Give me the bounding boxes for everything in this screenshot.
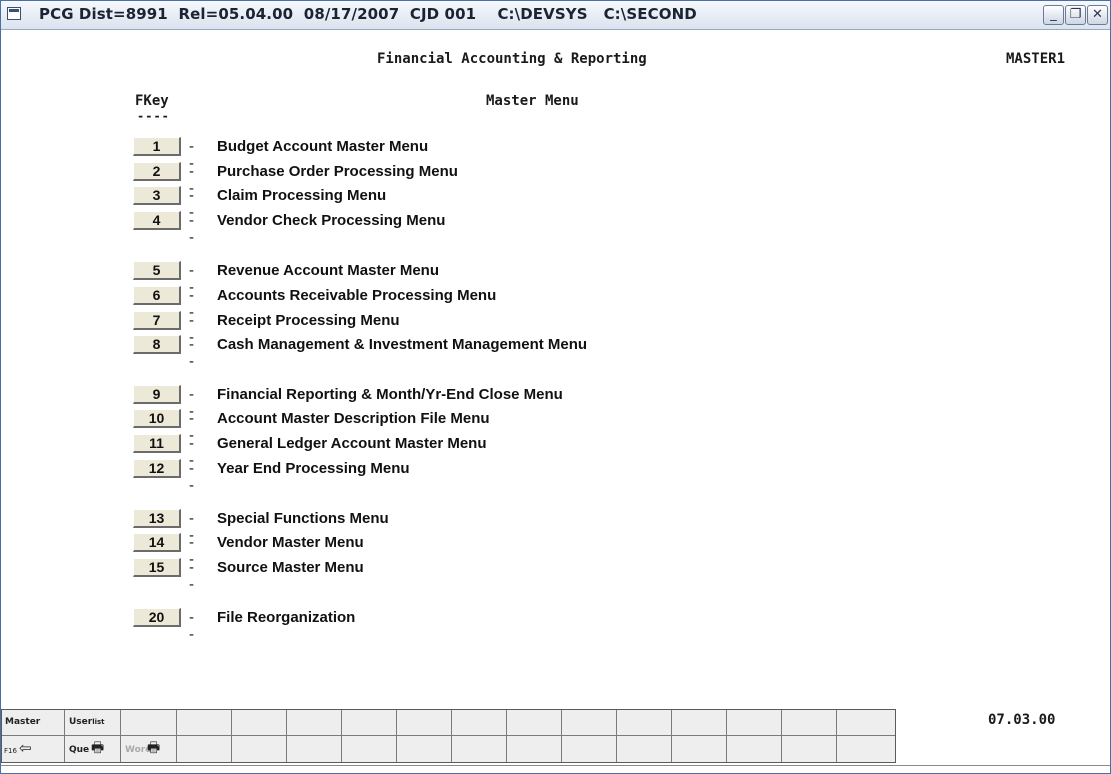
menu-item-label: Year End Processing Menu xyxy=(217,460,410,477)
menu-item-label: Budget Account Master Menu xyxy=(217,138,429,155)
back-arrow-icon: ⇦ xyxy=(19,739,32,757)
function-slot[interactable] xyxy=(232,709,287,736)
menu-item-label: File Reorganization xyxy=(217,609,356,626)
fkey-button[interactable]: 15 xyxy=(133,558,181,577)
menu-item-label: Accounts Receivable Processing Menu xyxy=(217,287,497,304)
menu-item-label: Account Master Description File Menu xyxy=(217,410,490,427)
menu-item-label: Claim Processing Menu xyxy=(217,187,387,204)
function-slot[interactable] xyxy=(232,736,287,763)
back-button[interactable]: F16 ⇦ xyxy=(1,736,65,763)
fkey-button[interactable]: 13 xyxy=(133,509,181,528)
function-slot[interactable] xyxy=(562,709,617,736)
menu-item-label: Vendor Master Menu xyxy=(217,534,364,551)
function-slot[interactable] xyxy=(507,736,562,763)
printer-icon: 🖶 xyxy=(91,740,105,756)
function-slot[interactable] xyxy=(342,709,397,736)
system-menu-icon[interactable] xyxy=(7,7,21,20)
version-number: 07.03.00 xyxy=(988,712,1056,728)
function-slot[interactable] xyxy=(397,736,452,763)
user-list-label: Userlist xyxy=(69,717,105,727)
function-key-grid: Master Userlist F16 ⇦ Que 🖶 Word 🖶 xyxy=(1,709,896,763)
user-list-label-a: User xyxy=(69,717,93,727)
menu-item-label: Revenue Account Master Menu xyxy=(217,262,439,279)
function-slot[interactable] xyxy=(837,709,896,736)
title-bar[interactable]: PCG Dist=8991 Rel=05.04.00 08/17/2007 CJ… xyxy=(1,1,1110,30)
function-slot[interactable] xyxy=(727,709,782,736)
function-slot[interactable] xyxy=(782,709,837,736)
fkey-button[interactable]: 5 xyxy=(133,261,181,280)
menu-item-label: Purchase Order Processing Menu xyxy=(217,163,458,180)
function-slot[interactable] xyxy=(617,709,672,736)
menu-item-label: General Ledger Account Master Menu xyxy=(217,435,487,452)
word-print-button[interactable]: Word 🖶 xyxy=(121,736,177,763)
function-slot[interactable] xyxy=(562,736,617,763)
f16-label: F16 xyxy=(4,747,17,755)
fkey-button[interactable]: 6 xyxy=(133,286,181,305)
fkey-button[interactable]: 10 xyxy=(133,409,181,428)
menu-item-label: Source Master Menu xyxy=(217,559,364,576)
print-queue-button[interactable]: Que 🖶 xyxy=(65,736,121,763)
fkey-column-heading: FKey xyxy=(135,93,169,109)
function-slot[interactable] xyxy=(727,736,782,763)
fkey-button[interactable]: 4 xyxy=(133,211,181,230)
app-title: Financial Accounting & Reporting xyxy=(377,51,647,67)
function-slot[interactable] xyxy=(342,736,397,763)
menu-item-label: Receipt Processing Menu xyxy=(217,312,400,329)
close-button[interactable]: ✕ xyxy=(1087,5,1108,25)
menu-item-label: Cash Management & Investment Management … xyxy=(217,336,588,353)
que-label: Que xyxy=(69,745,90,755)
fkey-button[interactable]: 7 xyxy=(133,311,181,330)
menu-separator: -- xyxy=(189,559,194,593)
menu-separator: -- xyxy=(189,609,194,643)
fkey-button[interactable]: 3 xyxy=(133,186,181,205)
function-slot[interactable] xyxy=(177,709,232,736)
function-slot[interactable] xyxy=(397,709,452,736)
menu-separator: -- xyxy=(189,212,194,246)
fkey-button[interactable]: 2 xyxy=(133,162,181,181)
function-slot[interactable] xyxy=(837,736,896,763)
fkey-button[interactable]: 11 xyxy=(133,434,181,453)
function-slot[interactable] xyxy=(672,736,727,763)
menu-separator: -- xyxy=(189,336,194,370)
minimize-button[interactable]: _ xyxy=(1043,5,1064,25)
function-slot[interactable] xyxy=(617,736,672,763)
menu-item-label: Special Functions Menu xyxy=(217,510,389,527)
master-button[interactable]: Master xyxy=(1,709,65,736)
maximize-button[interactable]: ❐ xyxy=(1065,5,1086,25)
fkey-button[interactable]: 20 xyxy=(133,608,181,627)
menu-item-label: Financial Reporting & Month/Yr-End Close… xyxy=(217,386,563,403)
menu-item-label: Vendor Check Processing Menu xyxy=(217,212,446,229)
function-slot[interactable] xyxy=(452,736,507,763)
function-slot[interactable] xyxy=(287,736,342,763)
function-slot[interactable] xyxy=(287,709,342,736)
fkey-button[interactable]: 9 xyxy=(133,385,181,404)
fkey-button[interactable]: 8 xyxy=(133,335,181,354)
fkey-button[interactable]: 14 xyxy=(133,533,181,552)
status-divider xyxy=(1,765,1110,766)
screen-id: MASTER1 xyxy=(1006,51,1066,67)
user-list-label-b: list xyxy=(92,718,105,726)
fkey-heading-underline: ---- xyxy=(137,109,170,123)
function-slot[interactable] xyxy=(782,736,837,763)
function-slot[interactable] xyxy=(672,709,727,736)
window-title: PCG Dist=8991 Rel=05.04.00 08/17/2007 CJ… xyxy=(39,5,697,23)
menu-title: Master Menu xyxy=(486,93,579,109)
master-label: Master xyxy=(5,717,41,727)
menu-separator: -- xyxy=(189,460,194,494)
function-slot[interactable] xyxy=(507,709,562,736)
function-slot[interactable] xyxy=(121,709,177,736)
user-list-button[interactable]: Userlist xyxy=(65,709,121,736)
app-window: PCG Dist=8991 Rel=05.04.00 08/17/2007 CJ… xyxy=(0,0,1111,774)
function-slot[interactable] xyxy=(452,709,507,736)
fkey-button[interactable]: 1 xyxy=(133,137,181,156)
function-slot[interactable] xyxy=(177,736,232,763)
fkey-button[interactable]: 12 xyxy=(133,459,181,478)
printer-icon: 🖶 xyxy=(147,740,161,756)
